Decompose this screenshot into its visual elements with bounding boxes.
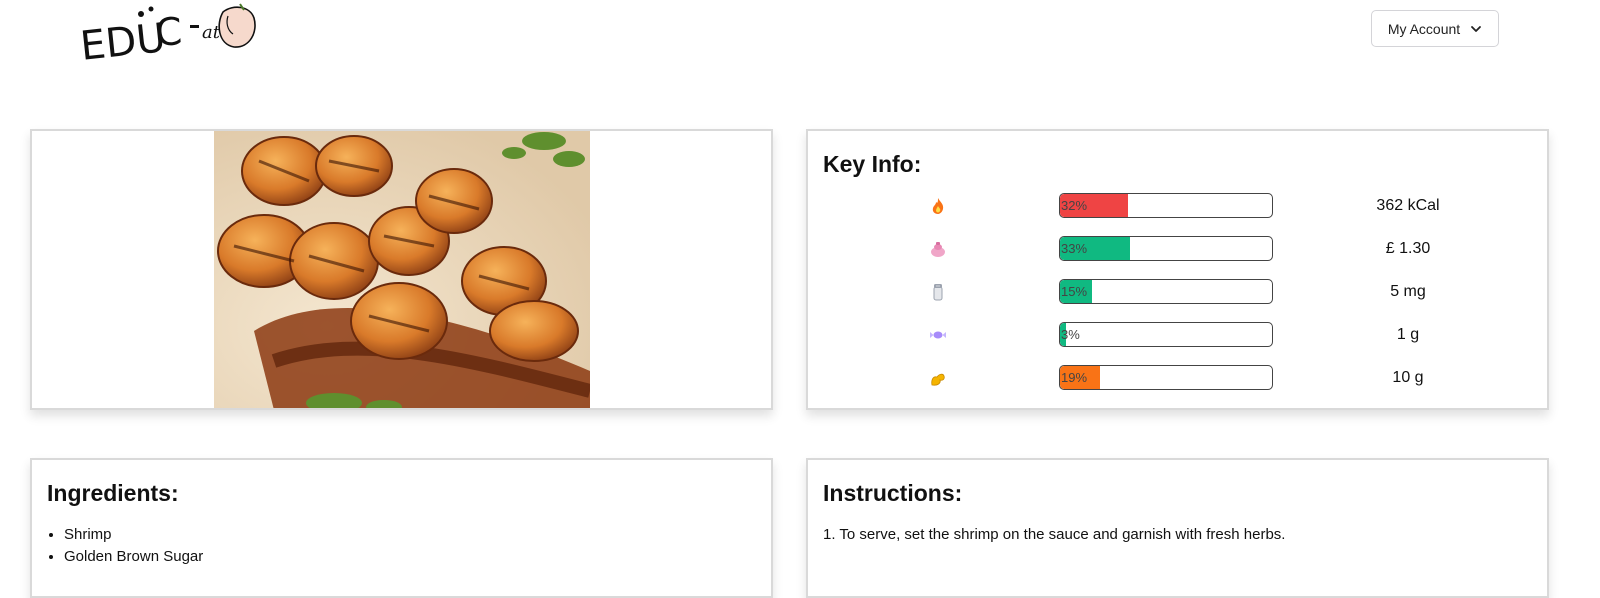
salt-shaker-icon (927, 281, 949, 303)
list-item: Shrimp (64, 526, 203, 543)
salt-value: 5 mg (1390, 283, 1426, 300)
ingredients-card: Ingredients: Shrimp Golden Brown Sugar (30, 458, 773, 598)
calories-progress-bar: 32% (1059, 193, 1273, 218)
key-info-title: Key Info: (823, 151, 922, 177)
info-row-calories: 32% 362 kCal (808, 193, 1548, 219)
protein-progress-bar: 19% (1059, 365, 1273, 390)
cost-value: £ 1.30 (1385, 240, 1431, 257)
salt-progress-bar: 15% (1059, 279, 1273, 304)
progress-label: 33% (1061, 241, 1088, 256)
info-row-protein: 19% 10 g (808, 365, 1548, 391)
ingredients-title: Ingredients: (47, 480, 179, 506)
progress-label: 3% (1061, 327, 1080, 342)
top-bar: EDU C ate My Account (0, 0, 1600, 100)
key-info-card: Key Info: 32% 362 kCal 33% £ 1.30 15% 5 … (806, 129, 1549, 410)
instruction-step: 1. To serve, set the shrimp on the sauce… (823, 526, 1286, 543)
svg-text:C: C (154, 9, 184, 55)
list-item: Golden Brown Sugar (64, 548, 203, 565)
instructions-title: Instructions: (823, 480, 963, 506)
cost-progress-bar: 33% (1059, 236, 1273, 261)
sugar-progress-bar: 3% (1059, 322, 1273, 347)
info-row-cost: 33% £ 1.30 (808, 236, 1548, 262)
info-row-salt: 15% 5 mg (808, 279, 1548, 305)
candy-icon (927, 324, 949, 346)
protein-value: 10 g (1392, 369, 1424, 386)
recipe-photo (214, 131, 590, 408)
instructions-card: Instructions: 1. To serve, set the shrim… (806, 458, 1549, 598)
progress-label: 32% (1061, 198, 1088, 213)
progress-label: 19% (1061, 370, 1088, 385)
fire-icon (927, 195, 949, 217)
progress-label: 15% (1061, 284, 1088, 299)
info-row-sugar: 3% 1 g (808, 322, 1548, 348)
flexed-biceps-icon (927, 367, 949, 389)
my-account-label: My Account (1387, 20, 1461, 37)
recipe-photo-card (30, 129, 773, 410)
chevron-down-icon (1471, 25, 1482, 32)
money-bag-icon (927, 238, 949, 260)
educate-logo[interactable]: EDU C ate (78, 0, 263, 68)
my-account-button[interactable]: My Account (1371, 10, 1499, 47)
sugar-value: 1 g (1396, 326, 1420, 343)
ingredients-list: Shrimp Golden Brown Sugar (64, 526, 203, 570)
calories-value: 362 kCal (1376, 197, 1440, 214)
